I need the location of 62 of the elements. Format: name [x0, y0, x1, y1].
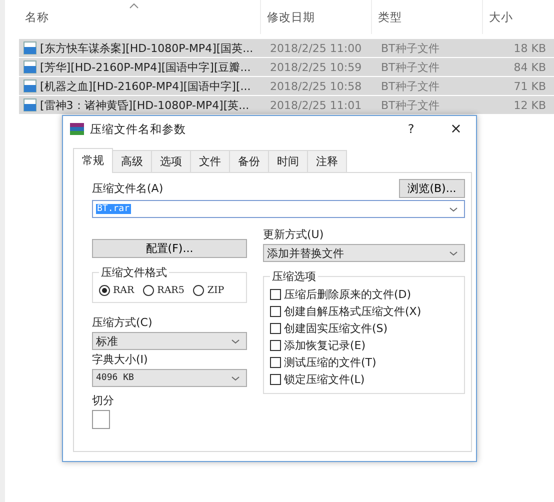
archive-books-icon — [69, 122, 85, 136]
dialog-title: 压缩文件名和参数 — [90, 122, 187, 136]
tab[interactable]: 注释 — [307, 150, 347, 172]
file-size: 71 KB — [514, 80, 546, 92]
column-header[interactable]: 大小 — [489, 10, 513, 24]
radio-option[interactable]: ZIP — [193, 285, 224, 296]
file-date: 2018/2/25 10:58 — [270, 80, 362, 92]
tab[interactable]: 常规 — [73, 148, 113, 173]
group-title: 压缩文件格式 — [99, 265, 169, 280]
tab[interactable]: 备份 — [229, 150, 269, 172]
file-date: 2018/2/25 11:01 — [270, 98, 362, 112]
file-type: BT种子文件 — [381, 78, 440, 94]
file-row[interactable]: [芳华][HD-2160P-MP4][国语中字][豆瓣... 2018/2/25 10:59 BT种子文件 84 KB — [19, 58, 554, 76]
profiles-button[interactable]: 配置(F)... — [92, 239, 247, 258]
torrent-file-icon — [23, 98, 37, 112]
file-size: 18 KB — [514, 42, 546, 54]
file-date: 2018/2/25 11:00 — [270, 42, 362, 54]
field-label: 压缩文件名(A) — [92, 181, 164, 196]
checkbox-option[interactable]: 创建固实压缩文件(S) — [270, 321, 458, 336]
column-header[interactable]: 修改日期 — [267, 10, 315, 24]
tab[interactable]: 时间 — [268, 150, 308, 172]
file-name: [雷神3：诸神黄昏][HD-1080P-MP4][英... — [40, 98, 250, 112]
field-label: 更新方式(U) — [263, 227, 325, 242]
dictionary-dropdown[interactable]: 4096 KB — [92, 369, 247, 387]
file-row[interactable]: [机器之血][HD-2160P-MP4][国语中字][... 2018/2/25 10:58 BT种子文件 71 KB — [19, 77, 554, 95]
group-title: 压缩选项 — [270, 269, 318, 284]
radio-option[interactable]: RAR5 — [143, 285, 184, 296]
field-label: 压缩方式(C) — [92, 315, 154, 330]
file-name: [芳华][HD-2160P-MP4][国语中字][豆瓣... — [40, 60, 251, 74]
file-type: BT种子文件 — [381, 98, 440, 112]
checkbox-option[interactable]: 锁定压缩文件(L) — [270, 372, 458, 387]
column-header[interactable]: 名称 — [25, 10, 49, 24]
field-label: 字典大小(I) — [92, 352, 149, 367]
torrent-file-icon — [23, 41, 37, 55]
file-row[interactable]: [雷神3：诸神黄昏][HD-1080P-MP4][英... 2018/2/25 11:01 BT种子文件 12 KB — [19, 96, 554, 114]
radio-option[interactable]: RAR — [99, 285, 134, 296]
checkbox-option[interactable]: 压缩后删除原来的文件(D) — [270, 287, 458, 302]
tab[interactable]: 高级 — [112, 150, 152, 172]
close-button[interactable]: × — [436, 117, 476, 141]
tab[interactable]: 选项 — [151, 150, 191, 172]
help-button[interactable]: ? — [391, 117, 431, 141]
file-type: BT种子文件 — [381, 60, 440, 74]
sort-caret-icon — [129, 3, 139, 9]
file-size: 12 KB — [514, 98, 546, 112]
torrent-file-icon — [23, 60, 37, 74]
field-label: 切分 — [92, 393, 115, 408]
browse-button[interactable]: 浏览(B)... — [399, 179, 465, 198]
torrent-file-icon — [23, 79, 37, 93]
file-name: [机器之血][HD-2160P-MP4][国语中字][... — [40, 78, 251, 94]
checkbox-option[interactable]: 创建自解压格式压缩文件(X) — [270, 304, 458, 319]
checkbox-option[interactable]: 测试压缩的文件(T) — [270, 355, 458, 370]
update-mode-dropdown[interactable]: 添加并替换文件 — [263, 244, 465, 262]
tab[interactable]: 文件 — [190, 150, 230, 172]
column-header[interactable]: 类型 — [378, 10, 402, 24]
split-size-field[interactable] — [92, 410, 110, 429]
file-date: 2018/2/25 10:59 — [270, 60, 362, 74]
file-row[interactable]: [东方快车谋杀案][HD-1080P-MP4][国英... 2018/2/25 11:00 BT种子文件 18 KB — [19, 39, 554, 57]
file-size: 84 KB — [514, 60, 546, 74]
checkbox-option[interactable]: 添加恢复记录(E) — [270, 338, 458, 353]
file-type: BT种子文件 — [381, 40, 440, 56]
method-dropdown[interactable]: 标准 — [92, 332, 247, 350]
file-name: [东方快车谋杀案][HD-1080P-MP4][国英... — [40, 40, 254, 56]
